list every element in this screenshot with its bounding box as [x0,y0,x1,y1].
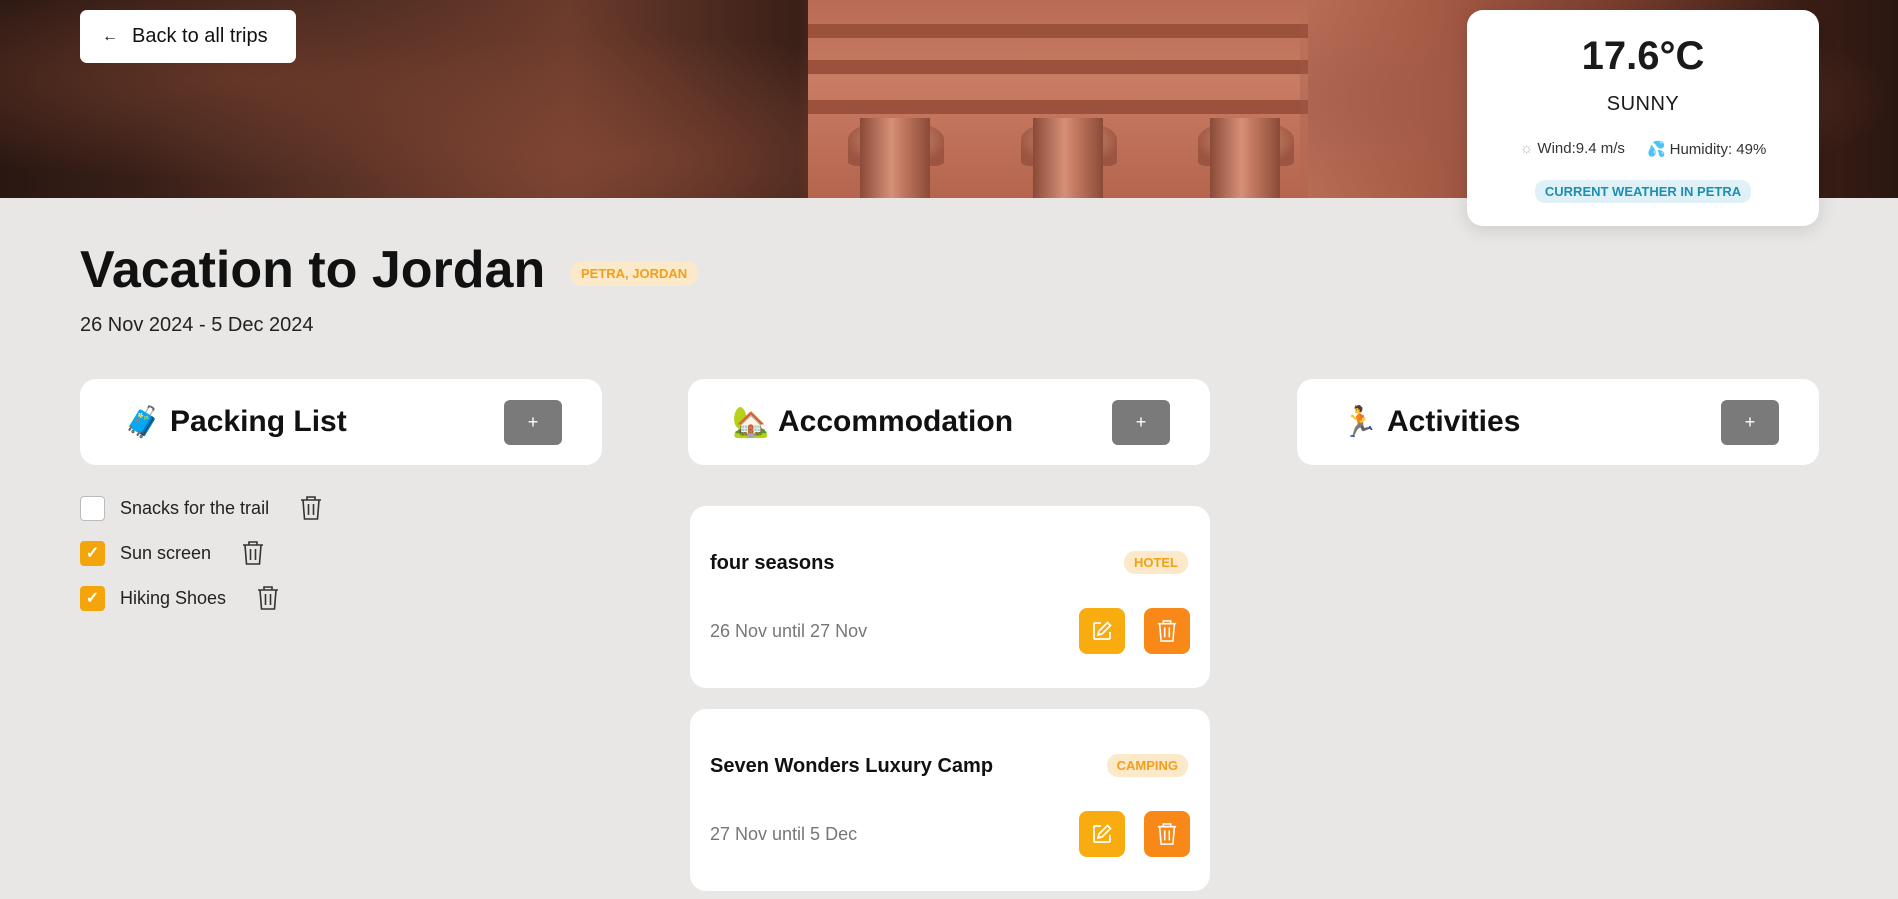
packing-item-label: Snacks for the trail [120,497,270,518]
accommodation-name: four seasons [710,552,835,574]
packing-list-header: 🧳 Packing List + [80,379,602,465]
back-to-trips-button[interactable]: ← Back to all trips [80,10,296,63]
accommodation-period: 27 Nov until 5 Dec [710,824,858,844]
weather-humidity: 💦 Humidity: 49% [1646,141,1767,158]
runner-icon: 🏃 [1341,405,1379,439]
trash-icon[interactable] [241,540,265,566]
accommodation-name: Seven Wonders Luxury Camp [710,755,994,777]
packing-item-label: Sun screen [120,542,212,563]
back-button-label: Back to all trips [132,25,268,47]
wind-icon: ☼ [1519,140,1534,157]
house-icon: 🏡 [732,405,770,439]
packing-item: ✓ Sun screen [80,540,265,566]
trash-icon[interactable] [256,585,280,611]
accommodation-title: Accommodation [778,405,1014,438]
packing-item-checkbox[interactable]: ✓ [80,585,105,611]
trash-icon[interactable] [299,495,323,521]
packing-list-title: Packing List [170,405,347,438]
add-packing-item-button[interactable]: + [504,400,562,445]
pencil-icon [1093,621,1112,640]
trip-title: Vacation to Jordan [80,241,546,299]
accommodation-card: Seven Wonders Luxury Camp CAMPING 27 Nov… [690,709,1210,891]
delete-accommodation-button[interactable] [1144,811,1190,857]
weather-wind: ☼ Wind:9.4 m/s [1519,140,1625,157]
trash-icon [1157,823,1177,845]
activities-title: Activities [1387,405,1521,438]
edit-accommodation-button[interactable] [1079,608,1125,654]
trip-location-badge: PETRA, JORDAN [570,261,699,286]
accommodation-card: four seasons HOTEL 26 Nov until 27 Nov [690,506,1210,688]
luggage-icon: 🧳 [124,405,162,439]
add-accommodation-button[interactable]: + [1112,400,1170,445]
humidity-icon: 💦 [1646,141,1666,158]
packing-item-checkbox[interactable]: ✓ [80,540,105,566]
edit-accommodation-button[interactable] [1079,811,1125,857]
delete-accommodation-button[interactable] [1144,608,1190,654]
weather-card: 17.6°C SUNNY ☼ Wind:9.4 m/s 💦 Humidity: 49… [1467,10,1819,226]
weather-temperature: 17.6°C [1581,34,1705,78]
trip-dates: 26 Nov 2024 - 5 Dec 2024 [80,314,314,336]
weather-condition: SUNNY [1606,93,1680,115]
accommodation-period: 26 Nov until 27 Nov [710,621,868,641]
accommodation-type-badge: CAMPING [1106,754,1188,777]
accommodation-type-badge: HOTEL [1123,551,1188,574]
packing-item: ✓ Hiking Shoes [80,585,280,611]
weather-location-badge: CURRENT WEATHER IN PETRA [1534,180,1752,203]
pencil-icon [1093,824,1112,843]
packing-item: Snacks for the trail [80,495,323,521]
packing-item-label: Hiking Shoes [120,587,227,608]
add-activity-button[interactable]: + [1721,400,1779,445]
activities-header: 🏃 Activities + [1297,379,1819,465]
trash-icon [1157,620,1177,642]
packing-item-checkbox[interactable] [80,495,105,521]
accommodation-header: 🏡 Accommodation + [688,379,1210,465]
arrow-left-icon: ← [102,27,118,45]
